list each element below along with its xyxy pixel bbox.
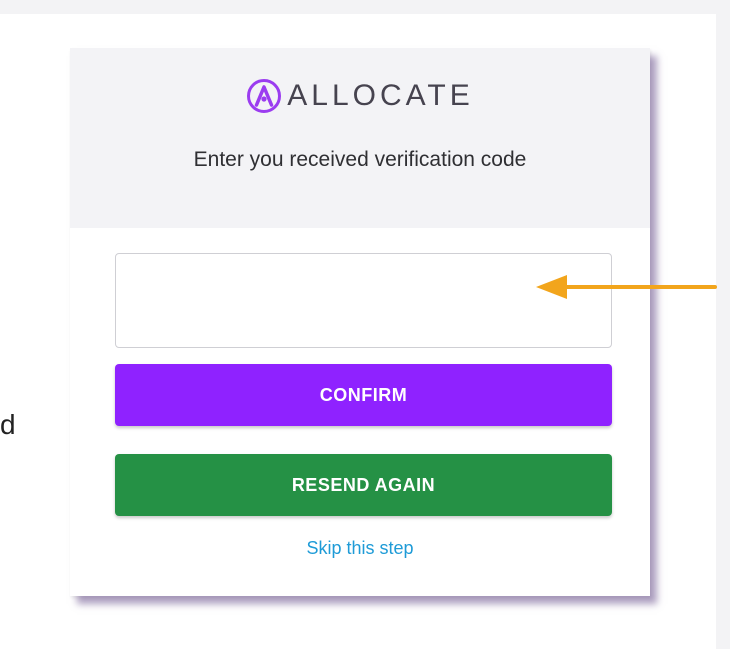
brand-name: ALLOCATE — [287, 79, 474, 112]
resend-again-button[interactable]: RESEND AGAIN — [115, 454, 612, 516]
allocate-logo-icon — [246, 78, 282, 114]
verification-card: ALLOCATE Enter you received verification… — [70, 48, 650, 596]
confirm-button[interactable]: CONFIRM — [115, 364, 612, 426]
partial-text: d — [0, 409, 16, 440]
instruction-text: Enter you received verification code — [193, 148, 527, 171]
arrow-left-icon — [536, 275, 717, 299]
card-header: ALLOCATE Enter you received verification… — [70, 48, 650, 228]
brand-logo: ALLOCATE — [70, 78, 650, 114]
skip-step-link[interactable]: Skip this step — [70, 536, 650, 560]
